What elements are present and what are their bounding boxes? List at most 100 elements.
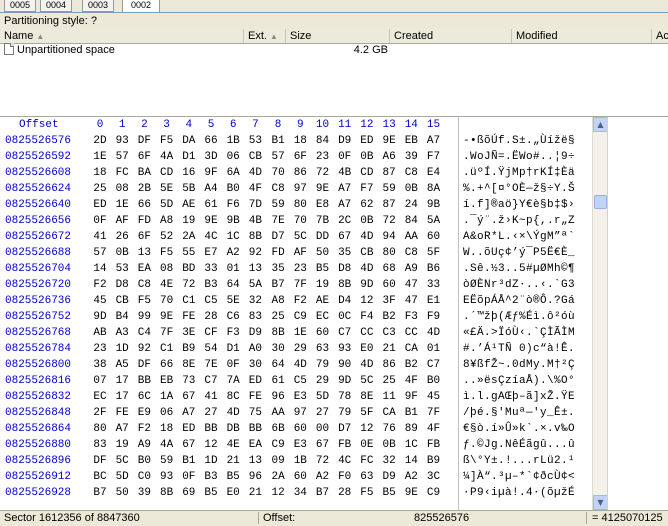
hex-byte[interactable]: A2: [312, 469, 334, 485]
hex-byte[interactable]: 52: [156, 229, 178, 245]
hex-byte[interactable]: 4D: [356, 357, 378, 373]
hex-byte[interactable]: CF: [200, 325, 222, 341]
hex-byte[interactable]: 25: [89, 181, 111, 197]
hex-byte[interactable]: BB: [200, 421, 222, 437]
hex-byte[interactable]: 13: [244, 261, 266, 277]
hex-row[interactable]: 0825526752 9D B4 99 9E FE 28 C6 83 25 C9 EC 0C F4 B2 F3…: [0, 309, 668, 325]
hex-byte[interactable]: 01: [222, 261, 244, 277]
hex-byte[interactable]: 1A: [156, 389, 178, 405]
hex-byte[interactable]: B2: [378, 309, 400, 325]
hex-byte[interactable]: D9: [244, 325, 266, 341]
hex-byte[interactable]: 9B: [222, 213, 244, 229]
hex-byte[interactable]: 0E: [356, 437, 378, 453]
hex-byte[interactable]: B0: [222, 181, 244, 197]
hex-byte[interactable]: 5C: [356, 373, 378, 389]
hex-byte[interactable]: 9D: [89, 309, 111, 325]
hex-byte[interactable]: 45: [89, 293, 111, 309]
row-text[interactable]: %.+^[¤°OÈ—ž§÷Y.Š: [463, 181, 593, 197]
hex-byte[interactable]: 79: [334, 405, 356, 421]
hex-byte[interactable]: EC: [89, 389, 111, 405]
hex-byte[interactable]: CA: [400, 341, 422, 357]
hex-byte[interactable]: A7: [423, 133, 445, 149]
hex-byte[interactable]: CC: [356, 325, 378, 341]
hex-byte[interactable]: D1: [178, 149, 200, 165]
hex-byte[interactable]: 26: [111, 229, 133, 245]
hex-byte[interactable]: F2: [89, 277, 111, 293]
hex-byte[interactable]: 4F: [400, 373, 422, 389]
hex-byte[interactable]: FE: [111, 405, 133, 421]
hex-byte[interactable]: 87: [378, 165, 400, 181]
hex-byte[interactable]: 24: [400, 197, 422, 213]
hex-byte[interactable]: A2: [400, 469, 422, 485]
hex-byte[interactable]: C7: [200, 373, 222, 389]
hex-byte[interactable]: FD: [267, 245, 289, 261]
row-text[interactable]: -•ßõÚf.S±.„Ùížë§: [463, 133, 593, 149]
hex-byte[interactable]: E4: [423, 165, 445, 181]
row-text[interactable]: .WoJÑ=.ËWo#..¦9÷: [463, 149, 593, 165]
hex-byte[interactable]: 8B: [334, 277, 356, 293]
row-text[interactable]: ì.l.gAŒþ–ã]xŽ.ŸE: [463, 389, 593, 405]
hex-byte[interactable]: 59: [267, 197, 289, 213]
hex-byte[interactable]: 23: [89, 341, 111, 357]
hex-row[interactable]: 0825526576 2D 93 DF F5 DA 66 1B 53 B1 18 84 D9 ED 9E EB…: [0, 133, 668, 149]
hex-byte[interactable]: 35: [334, 245, 356, 261]
hex-byte[interactable]: 9B: [423, 197, 445, 213]
hex-byte[interactable]: 4F: [423, 421, 445, 437]
hex-byte[interactable]: 5A: [423, 213, 445, 229]
hex-byte[interactable]: 73: [178, 373, 200, 389]
row-text[interactable]: #.’Á¹TÑ 0)c“à!Ê.: [463, 341, 593, 357]
hex-byte[interactable]: 57: [111, 149, 133, 165]
hex-byte[interactable]: 67: [178, 437, 200, 453]
hex-byte[interactable]: FE: [178, 309, 200, 325]
hex-byte[interactable]: D8: [111, 277, 133, 293]
hex-byte[interactable]: AF: [111, 213, 133, 229]
hex-byte[interactable]: 96: [267, 389, 289, 405]
hex-byte[interactable]: 67: [312, 437, 334, 453]
hex-byte[interactable]: 84: [312, 133, 334, 149]
hex-byte[interactable]: AB: [89, 325, 111, 341]
column-header-modified[interactable]: Modified: [512, 29, 652, 43]
hex-byte[interactable]: B5: [312, 261, 334, 277]
hex-byte[interactable]: 28: [200, 309, 222, 325]
hex-byte[interactable]: DF: [89, 453, 111, 469]
hex-byte[interactable]: 7D: [244, 197, 266, 213]
hex-byte[interactable]: F5: [356, 485, 378, 501]
hex-byte[interactable]: FC: [111, 165, 133, 181]
hex-byte[interactable]: 72: [312, 453, 334, 469]
hex-byte[interactable]: 4D: [244, 165, 266, 181]
hex-byte[interactable]: 5C: [111, 453, 133, 469]
hex-byte[interactable]: 7E: [267, 213, 289, 229]
hex-row[interactable]: 0825526912 BC 5D C0 93 0F B3 B5 96 2A 60 A2 F0 63 D9 A2…: [0, 469, 668, 485]
hex-byte[interactable]: E3: [289, 389, 311, 405]
hex-byte[interactable]: E8: [312, 197, 334, 213]
hex-byte[interactable]: AF: [289, 245, 311, 261]
hex-byte[interactable]: 13: [244, 453, 266, 469]
hex-byte[interactable]: 78: [334, 389, 356, 405]
hex-byte[interactable]: ED: [89, 197, 111, 213]
hex-byte[interactable]: 2F: [89, 405, 111, 421]
hex-byte[interactable]: 9D: [334, 373, 356, 389]
hex-byte[interactable]: 6A: [222, 165, 244, 181]
hex-byte[interactable]: E0: [356, 341, 378, 357]
hex-byte[interactable]: EB: [156, 373, 178, 389]
row-text[interactable]: ß\°Y±.!...rLü2.¹: [463, 453, 593, 469]
hex-byte[interactable]: 5D: [156, 197, 178, 213]
hex-row[interactable]: 0825526640 ED 1E 66 5D AE 61 F6 7D 59 80 E8 A7 62 87 24…: [0, 197, 668, 213]
scroll-up-button[interactable]: ▲: [593, 117, 608, 132]
hex-byte[interactable]: 5A: [244, 277, 266, 293]
hex-byte[interactable]: 1E: [111, 197, 133, 213]
hex-byte[interactable]: B3: [200, 469, 222, 485]
hex-byte[interactable]: 18: [156, 421, 178, 437]
hex-byte[interactable]: C9: [423, 485, 445, 501]
hex-byte[interactable]: 70: [267, 165, 289, 181]
hex-byte[interactable]: BB: [244, 421, 266, 437]
hex-byte[interactable]: DF: [133, 357, 155, 373]
hex-byte[interactable]: C8: [400, 165, 422, 181]
hex-byte[interactable]: C9: [289, 309, 311, 325]
hex-byte[interactable]: 8B: [156, 485, 178, 501]
hex-byte[interactable]: A2: [222, 245, 244, 261]
hex-byte[interactable]: CA: [378, 405, 400, 421]
hex-byte[interactable]: 2A: [267, 469, 289, 485]
hex-byte[interactable]: C3: [378, 325, 400, 341]
hex-byte[interactable]: 97: [289, 181, 311, 197]
